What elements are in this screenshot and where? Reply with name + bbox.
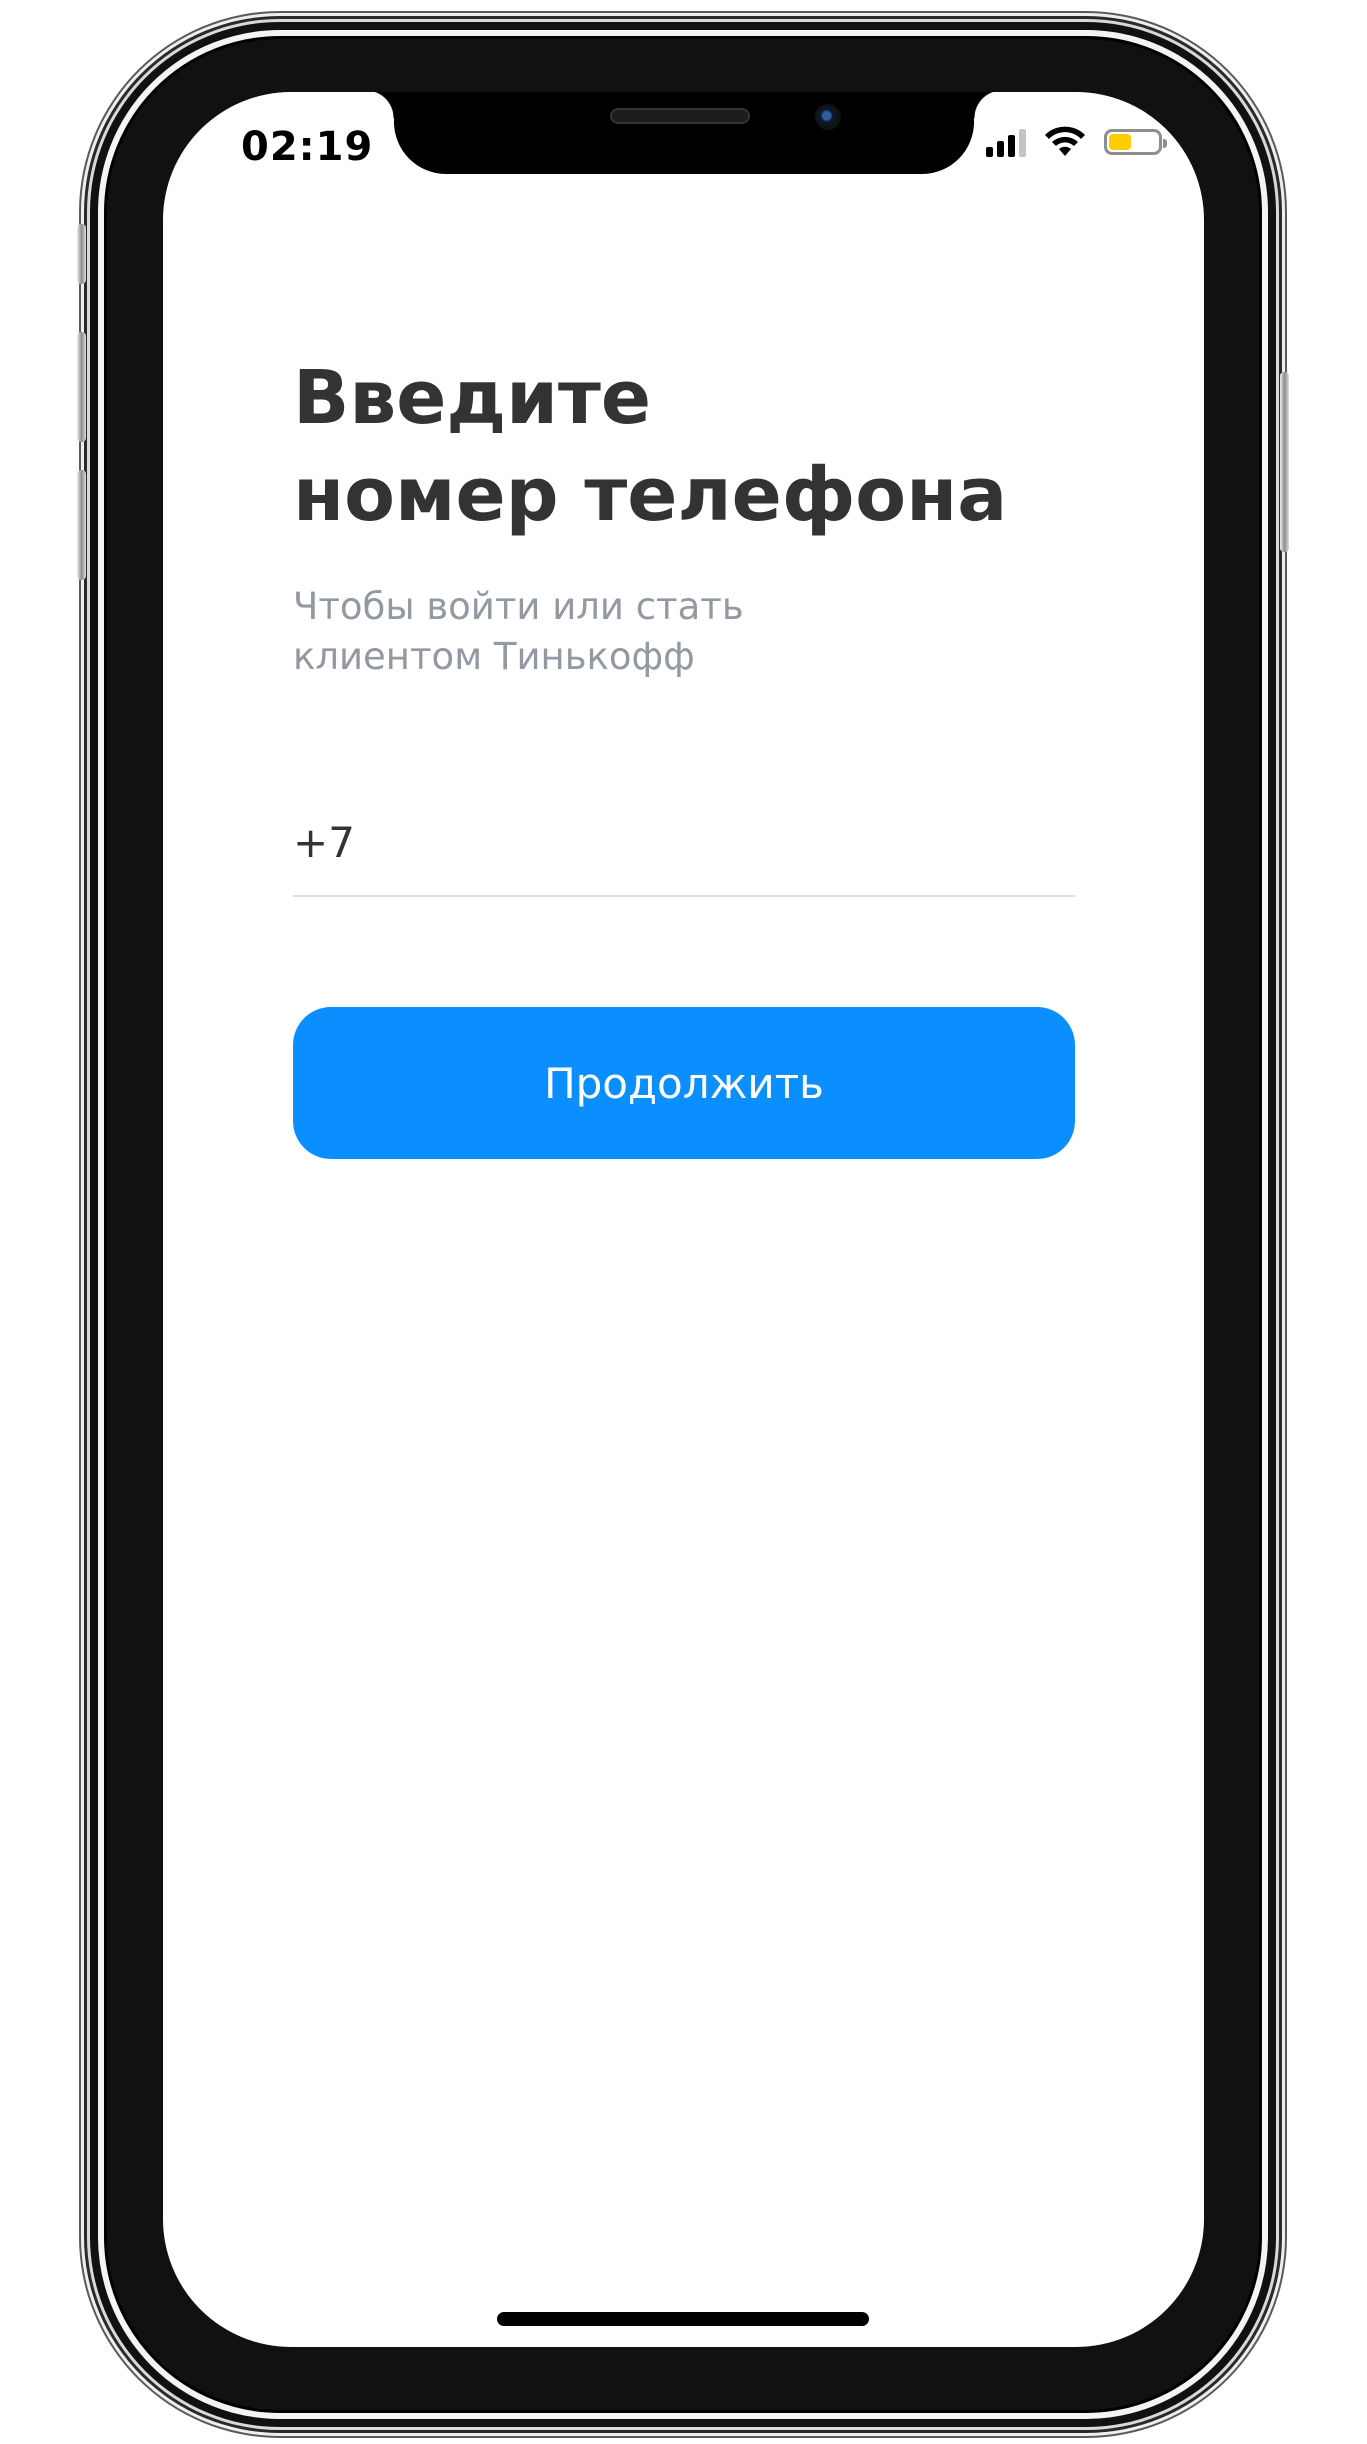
subtitle-line-1: Чтобы войти или стать <box>293 585 744 628</box>
page-title: Введите номер телефона <box>293 350 1007 544</box>
title-line-1: Введите <box>293 355 652 441</box>
volume-up-button <box>77 332 86 442</box>
title-line-2: номер телефона <box>293 452 1008 538</box>
wifi-icon <box>1045 126 1085 156</box>
power-button <box>1280 372 1289 552</box>
silent-switch <box>77 224 86 284</box>
battery-icon <box>1104 129 1167 155</box>
status-icons <box>986 126 1167 158</box>
phone-input[interactable] <box>293 792 1075 892</box>
phone-field <box>293 792 1075 897</box>
volume-down-button <box>77 470 86 580</box>
continue-button[interactable]: Продолжить <box>293 1007 1075 1159</box>
app-screen: 02:19 Введите номер телефона Чтобы войти… <box>163 92 1204 2347</box>
subtitle-line-2: клиентом Тинькофф <box>293 635 695 678</box>
cellular-signal-icon <box>986 127 1026 157</box>
front-camera <box>815 104 841 130</box>
notch <box>366 92 1002 174</box>
page-subtitle: Чтобы войти или стать клиентом Тинькофф <box>293 582 744 682</box>
speaker-grille <box>610 108 750 124</box>
status-time: 02:19 <box>241 124 374 170</box>
battery-level <box>1109 134 1131 150</box>
home-indicator[interactable] <box>497 2312 869 2326</box>
